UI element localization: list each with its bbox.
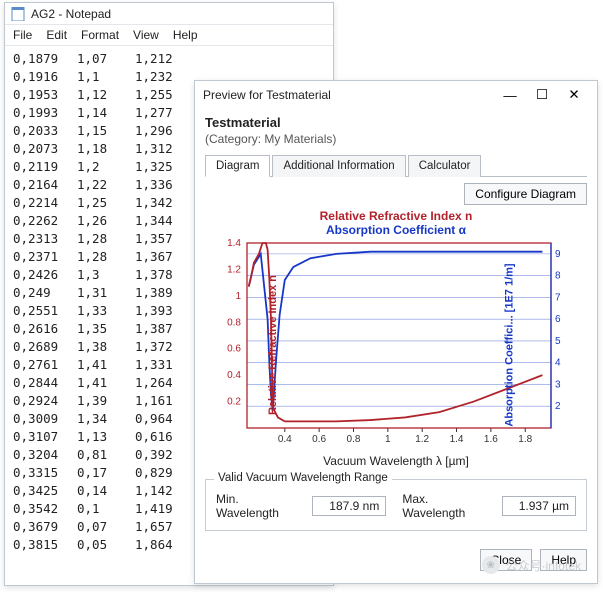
menu-edit[interactable]: Edit [46, 28, 67, 42]
svg-text:0.6: 0.6 [227, 344, 241, 355]
x-axis-label: Vacuum Wavelength λ [µm] [207, 454, 585, 468]
svg-text:8: 8 [555, 271, 561, 282]
svg-text:1.2: 1.2 [415, 434, 429, 445]
svg-text:0.4: 0.4 [278, 434, 292, 445]
chart-area: Relative Refractive Index n Absorption C… [207, 209, 585, 469]
svg-text:5: 5 [555, 336, 561, 347]
wavelength-range-group: Valid Vacuum Wavelength Range Min. Wavel… [205, 479, 587, 531]
configure-diagram-button[interactable]: Configure Diagram [464, 183, 587, 205]
preview-title: Preview for Testmaterial [203, 88, 331, 102]
min-wavelength-field[interactable]: 187.9 nm [312, 496, 386, 516]
wechat-icon: ❀ [482, 556, 500, 574]
material-name: Testmaterial [205, 115, 587, 130]
chart-plot: 2 3 4 5 6 7 8 9 0.2 0.4 0.6 0.8 1 1.2 1.4 0.4 0.6 0.8 1 1.2… [207, 237, 585, 452]
svg-text:0.6: 0.6 [312, 434, 326, 445]
notepad-title: AG2 - Notepad [31, 7, 111, 21]
svg-text:0.8: 0.8 [347, 434, 361, 445]
svg-text:1: 1 [385, 434, 391, 445]
svg-text:1.4: 1.4 [227, 238, 241, 249]
material-category: (Category: My Materials) [205, 132, 587, 146]
tab-additional-info[interactable]: Additional Information [272, 155, 405, 177]
svg-text:6: 6 [555, 314, 561, 325]
notepad-icon [11, 7, 25, 21]
tab-calculator[interactable]: Calculator [408, 155, 482, 177]
y-axis-right-label: Absorption Coeffici... [1E7 1/m] [503, 263, 515, 426]
y-axis-left-label: Relative Refractive Index n [267, 274, 279, 414]
svg-text:1.6: 1.6 [484, 434, 498, 445]
minimize-button[interactable]: — [495, 84, 525, 106]
svg-text:0.2: 0.2 [227, 397, 241, 408]
notepad-titlebar: AG2 - Notepad [5, 3, 333, 25]
notepad-menubar: File Edit Format View Help [5, 25, 333, 46]
menu-format[interactable]: Format [81, 28, 119, 42]
menu-help[interactable]: Help [173, 28, 198, 42]
preview-titlebar: Preview for Testmaterial — ☐ ✕ [195, 81, 597, 109]
watermark: ❀ 公众号·infotek [482, 556, 581, 574]
range-group-title: Valid Vacuum Wavelength Range [214, 472, 392, 484]
svg-text:9: 9 [555, 249, 561, 260]
maximize-button[interactable]: ☐ [527, 84, 557, 106]
tabs: Diagram Additional Information Calculato… [205, 154, 587, 177]
max-wavelength-field[interactable]: 1.937 µm [502, 496, 576, 516]
svg-text:4: 4 [555, 358, 561, 369]
menu-view[interactable]: View [133, 28, 159, 42]
svg-text:1: 1 [235, 291, 241, 302]
tab-diagram[interactable]: Diagram [205, 155, 270, 177]
close-x-button[interactable]: ✕ [559, 84, 589, 106]
svg-text:7: 7 [555, 292, 561, 303]
svg-text:0.8: 0.8 [227, 317, 241, 328]
watermark-text: 公众号·infotek [506, 557, 581, 574]
min-wavelength-label: Min. Wavelength [216, 492, 304, 520]
svg-text:0.4: 0.4 [227, 370, 241, 381]
chart-legend-a: Absorption Coefficient α [207, 223, 585, 237]
preview-window: Preview for Testmaterial — ☐ ✕ Testmater… [194, 80, 598, 584]
svg-text:1.4: 1.4 [450, 434, 464, 445]
svg-text:2: 2 [555, 401, 561, 412]
svg-text:1.2: 1.2 [227, 264, 241, 275]
chart-legend-n: Relative Refractive Index n [207, 209, 585, 223]
menu-file[interactable]: File [13, 28, 32, 42]
max-wavelength-label: Max. Wavelength [402, 492, 494, 520]
svg-text:1.8: 1.8 [518, 434, 532, 445]
data-row: 0,18791,071,212 [13, 50, 325, 68]
svg-text:3: 3 [555, 379, 561, 390]
